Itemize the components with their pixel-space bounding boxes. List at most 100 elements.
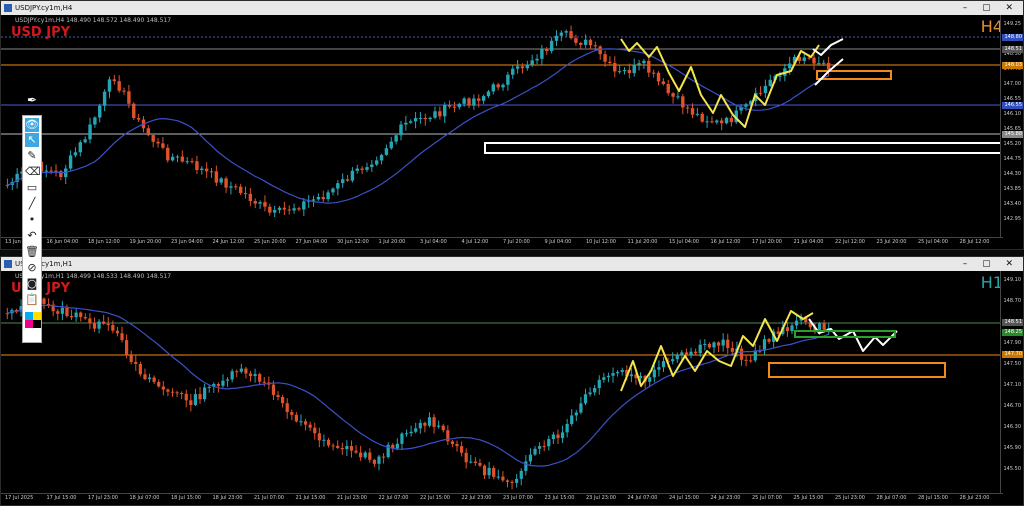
candle-body [60,307,64,314]
candle-body [822,62,826,64]
candle-body [569,31,573,39]
time-tick-label: 10 Jul 12:00 [586,239,616,245]
candle-body [49,170,53,172]
candle-body [749,360,753,362]
candle-body [166,147,170,161]
chart-window-h4[interactable]: USDJPY.cy1m,H4 – ▢ ✕ USDJPY.cy1m,H4 148.… [0,0,1024,250]
rectangle-icon[interactable]: ▭ [25,181,39,195]
candle-body [115,330,120,334]
candle-body [152,377,156,382]
candle-body [384,148,389,155]
clipboard-icon[interactable]: 📋 [25,293,39,307]
drawing-toolbar[interactable]: 👁 ↖ ✎ ⌫ ▭ ╱ • ↶ 🗑 ⊘ ◙ 📋 [22,115,42,343]
candle-body [533,448,537,455]
line-icon[interactable]: ╱ [25,197,39,211]
time-tick-label: 21 Jul 23:00 [337,495,367,501]
candle-body [545,48,549,52]
candle-body [69,315,74,318]
candle-body [93,117,97,125]
eye-icon[interactable]: 👁 [25,118,39,132]
candle-body [88,124,92,140]
price-axis-h1[interactable]: 149.10148.70148.30147.90147.50147.10146.… [1000,271,1023,493]
time-tick-label: 24 Jul 15:00 [669,495,699,501]
candle-body [716,342,721,346]
candle-body [564,31,568,33]
candle-body [124,340,129,356]
clear-icon[interactable]: ⊘ [25,261,39,275]
price-tick-label: 145.50 [1003,466,1022,472]
candlestick-chart-h4[interactable] [1,15,1003,237]
eraser-icon[interactable]: ⌫ [25,165,41,179]
camera-icon[interactable]: ◙ [25,277,39,291]
color-swatch-black[interactable] [33,320,41,328]
candle-body [219,178,223,183]
candle-body [511,68,515,75]
candle-body [138,363,142,375]
candle-body [629,374,633,377]
price-axis-h4[interactable]: 149.25148.80148.50147.40147.00146.55146.… [1000,15,1023,237]
color-palette[interactable] [25,312,41,328]
time-tick-label: 24 Jun 12:00 [212,239,245,245]
undo-icon[interactable]: ↶ [25,229,39,243]
candle-body [363,452,367,458]
candle-body [627,70,632,74]
candle-body [350,170,355,181]
time-tick-label: 18 Jul 23:00 [212,495,243,501]
window-titlebar-h4[interactable]: USDJPY.cy1m,H4 – ▢ ✕ [1,1,1023,15]
price-marker-box: 148.25 [1002,329,1023,336]
candle-body [303,421,308,425]
candle-body [812,57,816,64]
color-swatch-magenta[interactable] [25,320,33,328]
candle-body [147,377,152,380]
candle-body [355,168,359,171]
pen-icon[interactable]: ✎ [25,149,39,163]
candle-body [79,312,83,318]
window-titlebar-h1[interactable]: USDJPY.cy1m,H1 – ▢ ✕ [1,257,1023,271]
price-tick-label: 143.40 [1003,201,1022,207]
candle-body [491,84,496,92]
price-tick-label: 146.70 [1003,403,1022,409]
candle-body [478,462,482,466]
candle-body [763,85,768,94]
candle-body [345,179,350,181]
time-axis-h1[interactable]: 17 Jul 2025 17 Jul 15:00 17 Jul 23:00 18 Ju… [1,493,1003,504]
color-swatch-yellow[interactable] [33,312,41,320]
candle-body [243,193,248,195]
candle-body [694,351,698,354]
candle-body [565,423,569,433]
chart-window-h1[interactable]: USDJPY.cy1m,H1 – ▢ ✕ USDJPY.cy1m,H1 148.… [0,256,1024,506]
dot-icon[interactable]: • [25,213,39,227]
candle-body [209,171,214,173]
time-tick-label: 24 Jul 23:00 [710,495,741,501]
candle-body [632,64,636,74]
trash-icon[interactable]: 🗑 [25,245,39,259]
cursor-icon[interactable]: ↖ [25,133,39,147]
candle-body [496,476,500,478]
time-axis-h4[interactable]: 13 Jun 2025 16 Jun 04:00 18 Jun 12:00 19 Ju… [1,237,1003,248]
moving-average-line [7,48,829,204]
candle-body [438,111,442,117]
candle-body [726,339,730,348]
candle-body [496,84,500,88]
candle-body [102,321,106,324]
candle-body [681,96,685,108]
color-swatch-cyan[interactable] [25,312,33,320]
candle-body [399,124,403,136]
window-controls[interactable]: – ▢ ✕ [963,1,1019,15]
candle-body [404,433,409,435]
time-tick-label: 23 Jul 23:00 [586,495,616,501]
candle-body [554,35,559,41]
time-tick-label: 11 Jul 20:00 [627,239,658,245]
price-tick-label: 143.85 [1003,186,1022,192]
candle-body [730,347,734,352]
price-tick-label: 147.10 [1003,382,1022,388]
candle-body [724,117,729,124]
candle-body [151,135,155,142]
candle-body [389,141,393,149]
candle-body [616,371,620,374]
price-tick-label: 149.10 [1003,277,1022,283]
candle-body [175,392,179,394]
time-tick-label: 9 Jul 04:00 [544,239,572,245]
window-controls[interactable]: – ▢ ✕ [963,257,1019,271]
candlestick-chart-h1[interactable] [1,271,1003,493]
